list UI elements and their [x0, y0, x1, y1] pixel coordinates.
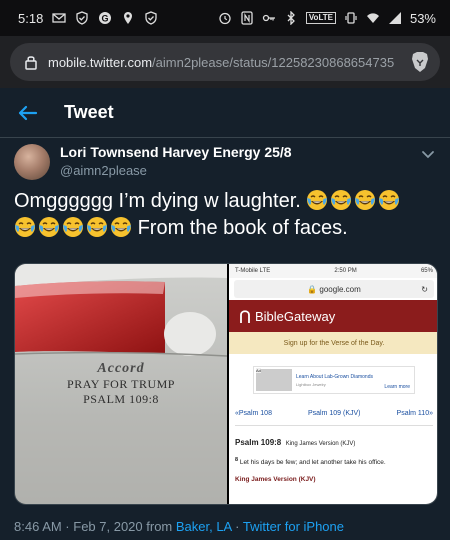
wifi-icon: [366, 11, 380, 25]
page-title: Tweet: [64, 102, 114, 122]
phone-battery: 65%: [420, 268, 433, 274]
biblegateway-screenshot[interactable]: T-Mobile LTE 2:50 PM 65% 🔒 google.com ↻ …: [229, 264, 437, 504]
vibrate-icon: [344, 11, 358, 25]
verse-reference: Psalm 109:8 King James Version (KJV): [235, 438, 433, 447]
device-status-bar: 5:18 G VoLTE 53%: [0, 0, 450, 36]
battery-percent: 53%: [409, 10, 436, 26]
chapter-nav: «Psalm 108 Psalm 109 (KJV) Psalm 110»: [229, 410, 437, 417]
verse-signup-banner: Sign up for the Verse of the Day.: [229, 332, 437, 354]
back-arrow-icon[interactable]: [16, 102, 38, 124]
car-bumper-photo[interactable]: Accord PRAY FOR TRUMP PSALM 109:8: [15, 264, 227, 504]
biblegateway-logo: BibleGateway: [255, 308, 336, 324]
reload-icon: ↻: [421, 284, 428, 294]
ad-button: Learn more: [384, 384, 410, 390]
verse-ref: Psalm 109:8: [235, 438, 282, 447]
bumper-sticker-line2: PSALM 109:8: [83, 392, 159, 406]
ad-title: Learn About Lab-Grown Diamonds: [296, 373, 373, 380]
svg-text:G: G: [102, 14, 109, 24]
author-display-name[interactable]: Lori Townsend Harvey Energy 25/8: [60, 144, 292, 160]
biblegateway-header: BibleGateway: [229, 300, 437, 332]
tears-of-joy-emoji-icon: [15, 217, 35, 237]
nav-next: Psalm 110»: [396, 410, 433, 417]
phone-time: 2:50 PM: [334, 268, 357, 274]
tears-of-joy-emoji-icon: [63, 217, 83, 237]
shield-check-icon: [75, 11, 89, 25]
mail-icon: [52, 11, 66, 25]
tweet-timestamp: 8:46 AM · Feb 7, 2020 from: [14, 519, 176, 534]
tears-of-joy-emoji-icon: [87, 217, 107, 237]
brave-lion-icon[interactable]: [410, 51, 430, 73]
ad-tag: Ad: [256, 368, 261, 373]
tweet-location-link[interactable]: Baker, LA: [176, 519, 232, 534]
tweet-header: Tweet: [0, 88, 450, 138]
ad-banner: Ad Learn About Lab-Grown Diamonds Lightb…: [253, 366, 415, 394]
tears-of-joy-emoji-icon: [355, 190, 376, 210]
shield-check-icon-2: [144, 11, 158, 25]
volte-indicator: VoLTE: [305, 12, 336, 24]
tweet-media[interactable]: Accord PRAY FOR TRUMP PSALM 109:8 T-Mobi…: [14, 263, 438, 505]
car-badge: Accord: [97, 361, 145, 376]
verse-body: Let his days be few; and let another tak…: [239, 459, 386, 467]
verse-text: 8 Let his days be few; and let another t…: [235, 457, 433, 466]
version-footer: King James Version (KJV): [235, 476, 316, 484]
tweet-text: Omgggggg I’m dying w laughter. From the …: [14, 188, 439, 242]
tears-of-joy-emoji-icon: [331, 190, 352, 210]
nfc-icon: [240, 11, 254, 25]
tears-of-joy-emoji-icon: [379, 190, 400, 210]
tweet-client-link[interactable]: Twitter for iPhone: [243, 519, 344, 534]
bumper-sticker-line1: PRAY FOR TRUMP: [67, 377, 175, 391]
url-text[interactable]: mobile.twitter.com/aimn2please/status/12…: [48, 55, 404, 70]
alarm-icon: [218, 11, 232, 25]
verse-version: King James Version (KJV): [285, 441, 356, 447]
phone-carrier: T-Mobile LTE: [235, 268, 271, 274]
divider: [235, 425, 433, 426]
emoji-group-2: [14, 216, 132, 238]
key-icon: [262, 11, 276, 25]
bluetooth-icon: [284, 11, 298, 25]
tweet-text-line1: Omgggggg I’m dying w laughter.: [14, 190, 301, 212]
tweet-author: Lori Townsend Harvey Energy 25/8 @aimn2p…: [14, 142, 436, 190]
url-path: /aimn2please/status/12258230868654735: [152, 54, 395, 70]
phone-status-bar: T-Mobile LTE 2:50 PM 65%: [229, 264, 437, 278]
emoji-group-1: [306, 189, 400, 211]
google-icon: G: [98, 11, 112, 25]
phone-url-bar: 🔒 google.com ↻: [234, 280, 434, 298]
tears-of-joy-emoji-icon: [111, 217, 131, 237]
status-time: 5:18: [18, 10, 44, 26]
author-handle[interactable]: @aimn2please: [60, 163, 292, 178]
phone-lock-icon: 🔒: [307, 284, 320, 294]
biblegateway-arch-icon: [240, 310, 250, 323]
verse-number: 8: [235, 457, 239, 463]
ad-subtitle: Lightbox Jewelry: [296, 381, 326, 387]
meta-separator: ·: [231, 519, 243, 534]
url-host: mobile.twitter.com: [48, 54, 153, 70]
tweet-text-line2: From the book of faces.: [137, 217, 348, 239]
address-bar[interactable]: mobile.twitter.com/aimn2please/status/12…: [10, 43, 440, 81]
signal-icon: [388, 11, 402, 25]
phone-url: google.com: [319, 284, 361, 294]
browser-toolbar: mobile.twitter.com/aimn2please/status/12…: [0, 36, 450, 88]
avatar[interactable]: [14, 144, 50, 180]
ad-image: [256, 369, 292, 391]
lock-icon: [25, 56, 37, 70]
chevron-down-icon[interactable]: [420, 146, 436, 162]
location-pin-icon: [121, 11, 135, 25]
tears-of-joy-emoji-icon: [39, 217, 59, 237]
tweet-meta: 8:46 AM · Feb 7, 2020 from Baker, LA · T…: [14, 519, 344, 534]
nav-current: Psalm 109 (KJV): [307, 410, 361, 417]
nav-prev: «Psalm 108: [235, 410, 272, 417]
tears-of-joy-emoji-icon: [307, 190, 328, 210]
